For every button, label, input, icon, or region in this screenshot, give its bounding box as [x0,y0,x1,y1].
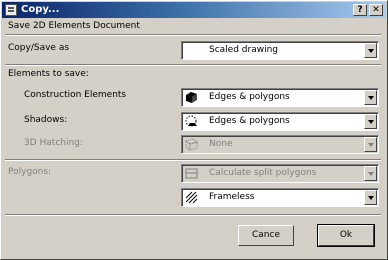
polygons-label: Polygons: [8,167,52,177]
copy-save-as-value: Scaled drawing [209,45,278,55]
divider [5,159,381,161]
divider [5,34,381,36]
copy-dialog: Copy... ? ✕ Save 2D Elements Document Co… [0,0,388,260]
construction-dropdown[interactable]: Edges & polygons [181,88,379,107]
copy-save-as-label: Copy/Save as [8,43,70,53]
construction-value: Edges & polygons [209,92,290,102]
help-button[interactable]: ? [353,4,367,16]
app-icon [5,4,17,16]
chevron-down-icon[interactable] [364,114,377,129]
polygons-calc-value: Calculate split polygons [209,168,317,178]
polygons-calc-dropdown[interactable]: Calculate split polygons [181,164,379,183]
elements-section-label: Elements to save: [8,69,89,79]
chevron-down-icon[interactable] [364,190,377,205]
shadows-dropdown[interactable]: Edges & polygons [181,112,379,131]
shadows-value: Edges & polygons [209,116,290,126]
chevron-down-icon[interactable] [364,166,377,181]
dialog-header: Save 2D Elements Document [8,21,140,31]
solid-cube-icon [186,92,197,103]
hatching-label: 3D Hatching: [24,138,83,148]
hatching-dropdown[interactable]: None [181,135,379,154]
title-bar[interactable]: Copy... ? ✕ [2,2,386,18]
ok-button[interactable]: Ok [317,224,375,247]
split-polygon-icon [185,168,198,179]
divider [5,214,381,216]
polygons-frame-dropdown[interactable]: Frameless [181,188,379,207]
window-title: Copy... [21,4,60,15]
construction-label: Construction Elements [24,90,127,100]
close-button[interactable]: ✕ [369,4,383,16]
shadows-label: Shadows: [24,115,68,125]
divider [5,64,381,66]
chevron-down-icon[interactable] [364,43,377,58]
hatch-cube-icon [185,138,198,151]
copy-save-as-dropdown[interactable]: Scaled drawing [181,41,379,60]
hatch-pattern-icon [185,191,198,204]
polygons-frame-value: Frameless [209,192,255,202]
hatching-value: None [209,139,233,149]
shadow-icon [185,115,197,127]
chevron-down-icon[interactable] [364,90,377,105]
chevron-down-icon[interactable] [364,137,377,152]
cancel-button[interactable]: Cance [238,225,294,246]
